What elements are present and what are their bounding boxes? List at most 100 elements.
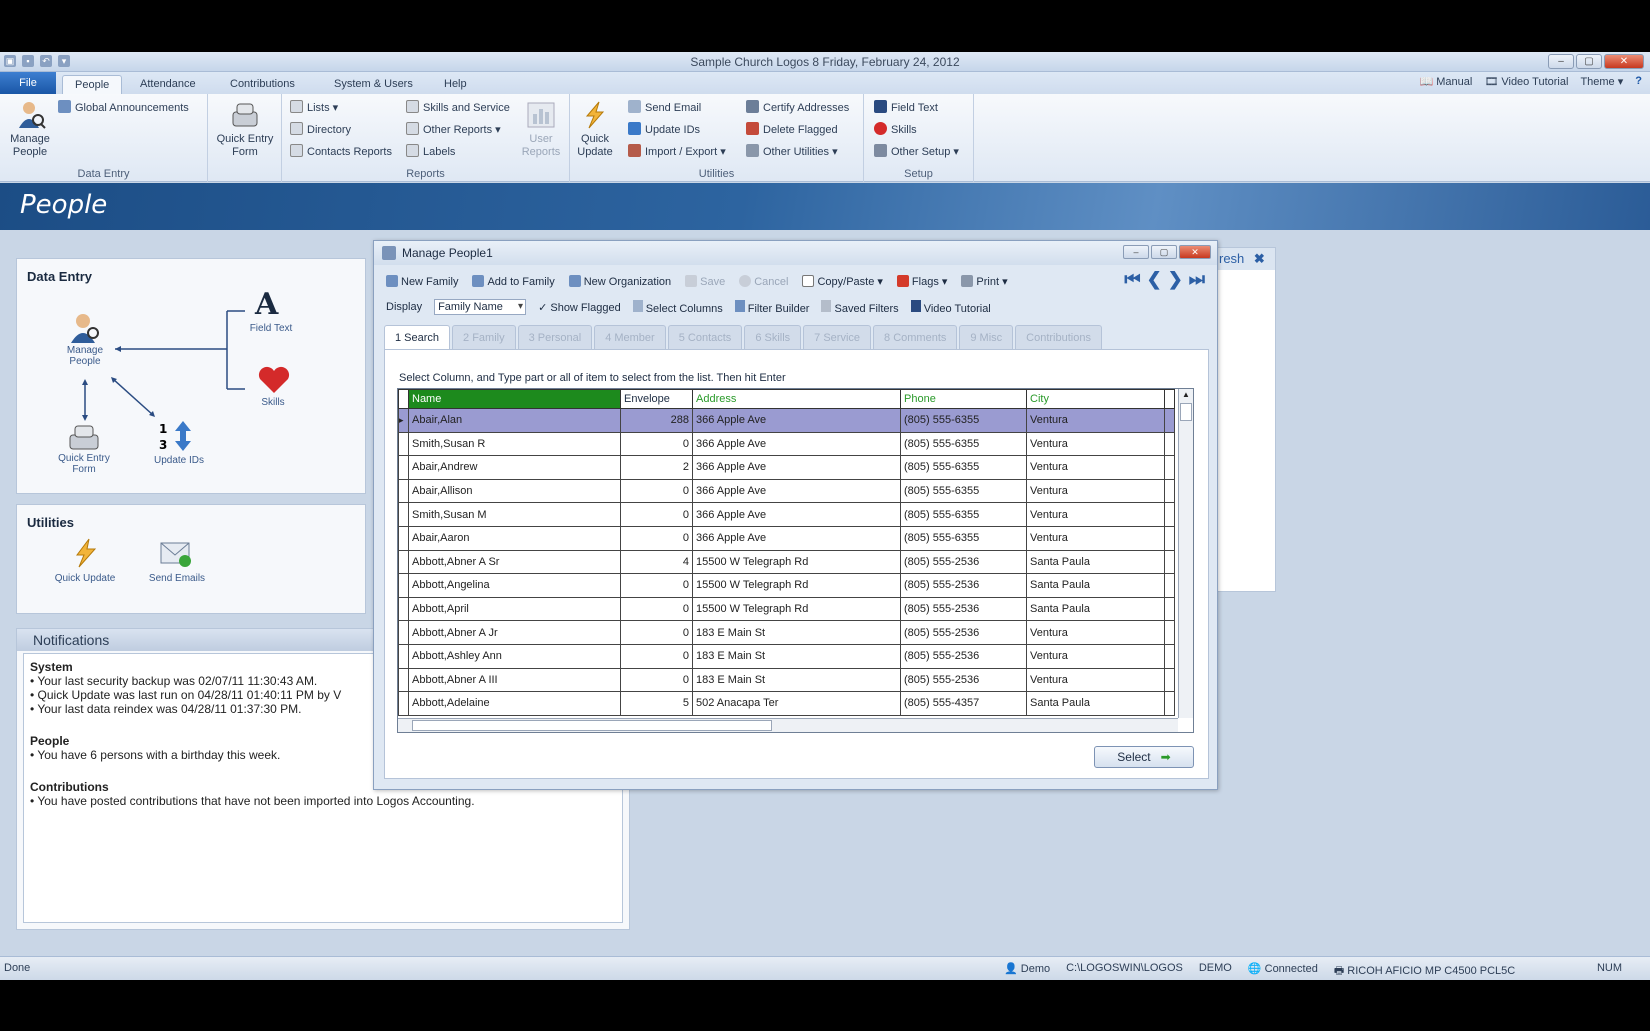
contacts-reports-button[interactable]: Contacts Reports — [290, 144, 392, 160]
cell-phone[interactable]: (805) 555-4357 — [900, 691, 1027, 716]
dialog-maximize-button[interactable]: ▢ — [1151, 245, 1177, 259]
cell-name[interactable]: Smith,Susan M — [408, 502, 621, 527]
labels-button[interactable]: Labels — [406, 144, 455, 160]
minimize-button[interactable]: – — [1548, 54, 1574, 69]
previous-record-icon[interactable]: ❮ — [1147, 269, 1162, 290]
row-indicator[interactable] — [398, 667, 409, 693]
cell-more[interactable] — [1164, 620, 1175, 645]
hscroll-thumb[interactable] — [412, 720, 772, 731]
manual-link[interactable]: 📖 Manual — [1419, 75, 1472, 88]
first-record-icon[interactable]: ⏮ — [1124, 269, 1140, 290]
cell-city[interactable]: Ventura — [1026, 431, 1165, 457]
cancel-button[interactable]: Cancel — [739, 274, 788, 288]
tab-family[interactable]: 2 Family — [452, 325, 516, 349]
next-record-icon[interactable]: ❯ — [1168, 269, 1183, 290]
cell-phone[interactable]: (805) 555-2536 — [900, 596, 1027, 622]
table-row[interactable]: Abair,Allison 0 366 Apple Ave (805) 555-635… — [398, 478, 1175, 504]
cell-address[interactable]: 502 Anacapa Ter — [692, 691, 901, 716]
filter-builder-button[interactable]: Filter Builder — [734, 299, 809, 315]
video-tutorial-button[interactable]: Video Tutorial — [910, 299, 991, 315]
table-row[interactable]: Abbott,Ashley Ann 0 183 E Main St (805) 555… — [398, 643, 1175, 669]
cell-envelope[interactable]: 288 — [620, 408, 693, 433]
show-flagged-toggle[interactable]: ✓ Show Flagged — [538, 301, 621, 314]
cell-phone[interactable]: (805) 555-2536 — [900, 620, 1027, 645]
cell-more[interactable] — [1164, 596, 1175, 622]
cell-phone[interactable]: (805) 555-6355 — [900, 455, 1027, 480]
field-text-shortcut[interactable]: A — [255, 287, 291, 323]
column-header-name[interactable]: Name — [408, 389, 621, 409]
print-dropdown[interactable]: Print ▾ — [961, 274, 1008, 288]
tab-member[interactable]: 4 Member — [594, 325, 666, 349]
scroll-up-icon[interactable]: ▲ — [1179, 389, 1193, 401]
cell-phone[interactable]: (805) 555-6355 — [900, 408, 1027, 433]
table-row[interactable]: Abbott,Abner A Sr 4 15500 W Telegraph Rd (8… — [398, 549, 1175, 575]
table-row[interactable]: Abbott,April 0 15500 W Telegraph Rd (805) 5… — [398, 596, 1175, 622]
update-ids-shortcut[interactable]: 13 — [159, 419, 199, 453]
skills-button[interactable]: Skills — [874, 122, 917, 138]
cell-envelope[interactable]: 0 — [620, 596, 693, 622]
cell-envelope[interactable]: 0 — [620, 573, 693, 598]
saved-filters-button[interactable]: Saved Filters — [821, 299, 899, 315]
cell-phone[interactable]: (805) 555-2536 — [900, 549, 1027, 575]
tab-personal[interactable]: 3 Personal — [517, 325, 593, 349]
row-indicator[interactable] — [398, 455, 409, 480]
cell-envelope[interactable]: 0 — [620, 502, 693, 527]
cell-phone[interactable]: (805) 555-2536 — [900, 643, 1027, 669]
cell-address[interactable]: 366 Apple Ave — [692, 525, 901, 551]
tab-contributions[interactable]: Contributions — [1015, 325, 1102, 349]
cell-address[interactable]: 366 Apple Ave — [692, 408, 901, 433]
skills-service-button[interactable]: Skills and Service — [406, 100, 510, 116]
cell-more[interactable] — [1164, 549, 1175, 575]
horizontal-scrollbar[interactable] — [398, 718, 1178, 732]
column-header-city[interactable]: City — [1026, 389, 1165, 409]
row-indicator[interactable] — [398, 431, 409, 457]
cell-more[interactable] — [1164, 525, 1175, 551]
row-indicator[interactable] — [398, 549, 409, 575]
cell-city[interactable]: Santa Paula — [1026, 596, 1165, 622]
display-select[interactable]: Family Name — [434, 299, 527, 315]
cell-address[interactable]: 366 Apple Ave — [692, 502, 901, 527]
cell-more[interactable] — [1164, 408, 1175, 433]
table-row[interactable]: Abbott,Angelina 0 15500 W Telegraph Rd (805… — [398, 573, 1175, 598]
row-indicator[interactable] — [398, 525, 409, 551]
cell-address[interactable]: 183 E Main St — [692, 667, 901, 693]
row-indicator[interactable] — [398, 502, 409, 527]
directory-button[interactable]: Directory — [290, 122, 351, 138]
close-button[interactable]: ✕ — [1604, 54, 1644, 69]
send-email-button[interactable]: Send Email — [628, 100, 701, 116]
manage-people-shortcut[interactable] — [67, 311, 103, 345]
cell-more[interactable] — [1164, 455, 1175, 480]
tab-contributions[interactable]: Contributions — [218, 75, 307, 94]
cell-name[interactable]: Abair,Aaron — [408, 525, 621, 551]
row-indicator[interactable] — [398, 596, 409, 622]
theme-dropdown[interactable]: Theme ▾ — [1580, 75, 1623, 88]
cell-envelope[interactable]: 4 — [620, 549, 693, 575]
cell-city[interactable]: Ventura — [1026, 478, 1165, 504]
user-reports-button[interactable]: User Reports — [518, 100, 564, 159]
tab-help[interactable]: Help — [432, 75, 479, 94]
cell-address[interactable]: 366 Apple Ave — [692, 431, 901, 457]
tab-system-users[interactable]: System & Users — [322, 75, 425, 94]
other-setup-dropdown[interactable]: Other Setup ▾ — [874, 144, 959, 160]
column-header-envelope[interactable]: Envelope — [620, 389, 693, 409]
other-utilities-dropdown[interactable]: Other Utilities ▾ — [746, 144, 838, 160]
cell-city[interactable]: Ventura — [1026, 643, 1165, 669]
cell-envelope[interactable]: 0 — [620, 667, 693, 693]
cell-city[interactable]: Ventura — [1026, 502, 1165, 527]
certify-addresses-button[interactable]: Certify Addresses — [746, 100, 849, 116]
cell-phone[interactable]: (805) 555-2536 — [900, 573, 1027, 598]
cell-name[interactable]: Abbott,Abner A Sr — [408, 549, 621, 575]
cell-city[interactable]: Santa Paula — [1026, 691, 1165, 716]
table-row[interactable]: Abair,Aaron 0 366 Apple Ave (805) 555-6355 V… — [398, 525, 1175, 551]
cell-more[interactable] — [1164, 431, 1175, 457]
cell-more[interactable] — [1164, 478, 1175, 504]
column-header-phone[interactable]: Phone — [900, 389, 1027, 409]
row-indicator[interactable] — [398, 691, 409, 716]
cell-name[interactable]: Abbott,Ashley Ann — [408, 643, 621, 669]
table-row[interactable]: Smith,Susan M 0 366 Apple Ave (805) 555-635… — [398, 502, 1175, 527]
cell-name[interactable]: Abbott,April — [408, 596, 621, 622]
delete-flagged-button[interactable]: Delete Flagged — [746, 122, 838, 138]
row-indicator[interactable] — [398, 620, 409, 645]
table-row[interactable]: Abbott,Adelaine 5 502 Anacapa Ter (805) 555… — [398, 691, 1175, 716]
row-indicator[interactable] — [398, 478, 409, 504]
